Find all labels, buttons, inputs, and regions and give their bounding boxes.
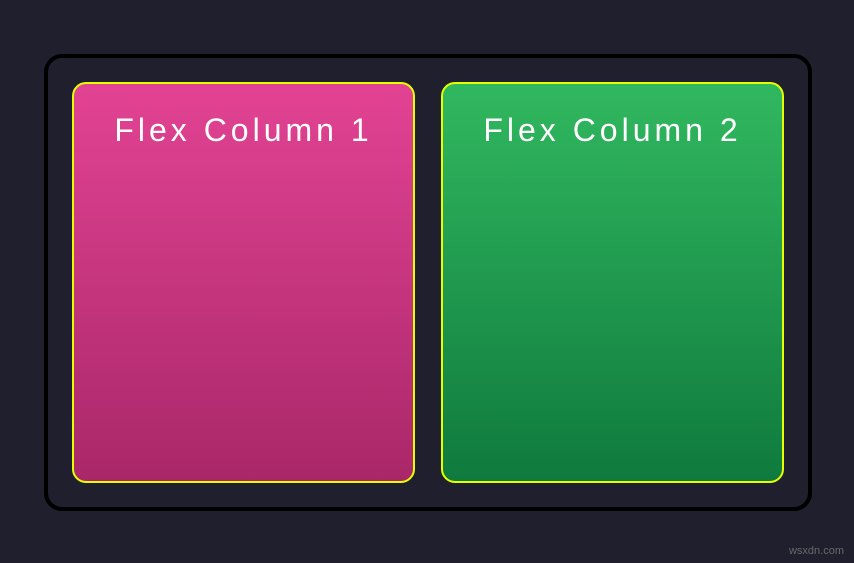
column-2-title: Flex Column 2	[443, 112, 782, 149]
flex-column-1: Flex Column 1	[72, 82, 415, 483]
flex-column-2: Flex Column 2	[441, 82, 784, 483]
flex-container: Flex Column 1 Flex Column 2	[44, 54, 812, 511]
watermark: wsxdn.com	[789, 545, 844, 557]
column-1-title: Flex Column 1	[74, 112, 413, 149]
